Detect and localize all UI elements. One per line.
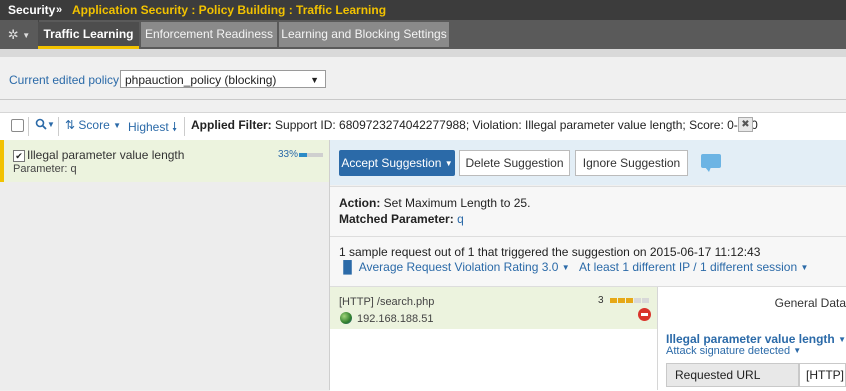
accept-suggestion-label: Accept Suggestion (341, 156, 442, 170)
rating-segment (642, 298, 649, 303)
chevron-down-icon: ▼ (113, 121, 122, 130)
general-data-heading: General Data (774, 296, 846, 310)
title-bar: Security » Application Security : Policy… (0, 0, 846, 20)
applied-filter: Applied Filter: Support ID: 680972327404… (191, 118, 758, 132)
tab-enforcement-readiness[interactable]: Enforcement Readiness (141, 22, 277, 47)
requested-url-label: Requested URL (666, 363, 799, 387)
divider (0, 99, 846, 100)
breadcrumb[interactable]: Application Security : Policy Building :… (72, 0, 386, 20)
select-all-checkbox[interactable] (11, 119, 24, 132)
gear-icon: ✲ (7, 27, 19, 42)
rating-segment (634, 298, 641, 303)
magnifier-icon (35, 118, 47, 130)
sort-order-button[interactable]: Highest 🠗 (128, 118, 177, 139)
blocked-icon (638, 308, 651, 321)
attack-signature-label: Attack signature detected (666, 345, 791, 357)
ignore-suggestion-button[interactable]: Ignore Suggestion (575, 150, 688, 176)
sort-score-label: Score (78, 118, 110, 132)
rating-text: Average Request Violation Rating 3.0 (358, 260, 559, 274)
suggestion-parameter: Parameter: q (13, 163, 77, 175)
chevron-down-icon: ▼ (444, 159, 453, 168)
breadcrumb-separator: » (56, 4, 63, 16)
sample-summary-text: 1 sample request out of 1 that triggered… (339, 245, 761, 259)
suggestion-progress-fill (299, 153, 307, 157)
arrow-down-icon: 🠗 (172, 120, 178, 134)
violation-dropdown[interactable]: Illegal parameter value length ▼ (666, 332, 846, 346)
sort-icon: ⇅ (65, 118, 76, 132)
delete-suggestion-button[interactable]: Delete Suggestion (459, 150, 570, 176)
suggestion-title: Illegal parameter value length (27, 148, 185, 162)
matched-parameter-line: Matched Parameter: q (339, 212, 464, 226)
accept-suggestion-button[interactable]: Accept Suggestion ▼ (339, 150, 455, 176)
request-path: [HTTP] /search.php (339, 296, 435, 308)
sort-order-label: Highest (128, 120, 169, 134)
action-label: Action: (339, 196, 381, 210)
rating-dropdown[interactable]: Average Request Violation Rating 3.0 ▼ (359, 260, 570, 274)
rating-line: ▐▌ Average Request Violation Rating 3.0 … (339, 260, 808, 274)
close-icon: ✖ (741, 119, 750, 130)
globe-icon (340, 312, 352, 324)
chevron-down-icon: ▼ (800, 263, 809, 272)
chevron-down-icon: ▼ (561, 263, 570, 272)
chevron-down-icon: ▼ (22, 31, 31, 40)
policy-select-value: phpauction_policy (blocking) (125, 73, 277, 87)
chevron-down-icon: ▼ (838, 335, 846, 344)
policy-label: Current edited policy (9, 73, 120, 87)
applied-filter-value: Support ID: 6809723274042277988; Violati… (275, 118, 758, 132)
tab-traffic-learning[interactable]: Traffic Learning (38, 22, 139, 49)
matched-parameter-label: Matched Parameter: (339, 212, 454, 226)
bar-chart-icon: ▐▌ (339, 260, 357, 274)
rating-segment (618, 298, 625, 303)
distinct-sources-text: At least 1 different IP / 1 different se… (579, 260, 798, 274)
request-rating-bar (610, 298, 650, 303)
action-value: Set Maximum Length to 25. (383, 196, 531, 210)
applied-filter-label: Applied Filter: (191, 118, 272, 132)
suggestion-percent: 33% (278, 149, 299, 160)
chevron-down-icon: ▼ (47, 120, 55, 129)
attack-signature-dropdown[interactable]: Attack signature detected ▼ (666, 345, 801, 357)
rating-segment (610, 298, 617, 303)
requested-url-value: [HTTP] (799, 363, 846, 387)
matched-parameter-link[interactable]: q (457, 212, 464, 226)
policy-select[interactable]: phpauction_policy (blocking) ▼ (120, 70, 326, 88)
clear-filter-button[interactable]: ✖ (738, 117, 753, 132)
request-rating: 3 (598, 295, 604, 306)
toolbar-divider (28, 117, 29, 136)
sort-score-button[interactable]: ⇅ Score ▼ (65, 118, 121, 132)
request-ip: 192.168.188.51 (357, 313, 434, 325)
gear-menu-button[interactable]: ✲ ▼ (0, 20, 39, 49)
toolbar-divider (58, 117, 59, 136)
violation-title: Illegal parameter value length (666, 332, 835, 346)
tab-learning-blocking-settings[interactable]: Learning and Blocking Settings (279, 22, 449, 47)
action-line: Action: Set Maximum Length to 25. (339, 196, 530, 210)
search-filter-button[interactable]: ▼ (35, 117, 55, 131)
dropdown-arrow-icon: ▼ (310, 75, 319, 85)
rating-segment (626, 298, 633, 303)
suggestion-progress-bar (299, 153, 323, 157)
pane-divider (657, 287, 658, 390)
suggestion-checkbox[interactable]: ✔ (13, 150, 25, 162)
chevron-down-icon: ▼ (793, 346, 802, 355)
section-title: Security (8, 3, 56, 17)
tab-underbar (0, 49, 846, 57)
toolbar-divider (184, 117, 185, 136)
distinct-sources-dropdown[interactable]: At least 1 different IP / 1 different se… (579, 260, 808, 274)
comment-icon[interactable] (701, 154, 721, 172)
suggestion-details (330, 186, 846, 236)
